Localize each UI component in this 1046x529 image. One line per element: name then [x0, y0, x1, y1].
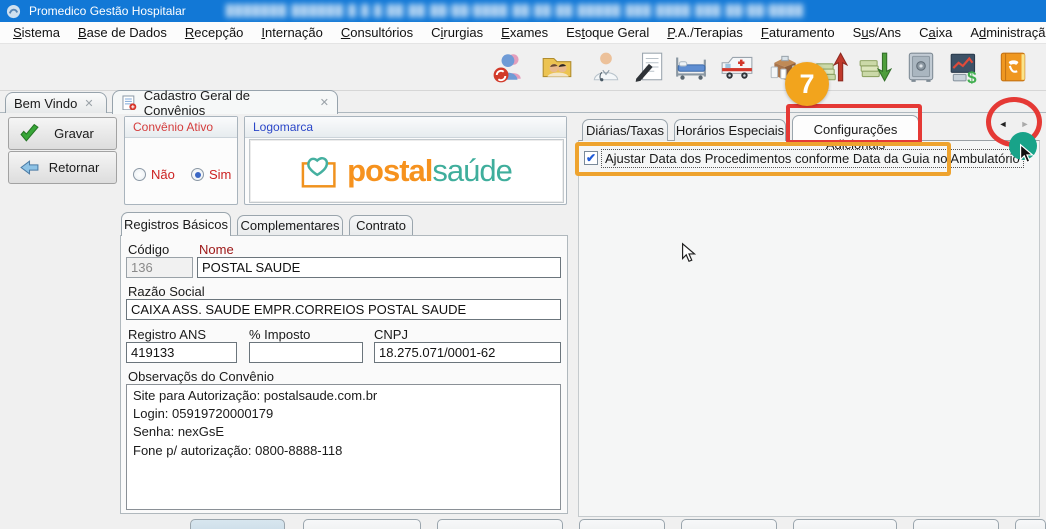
- logo-text-saude: saúde: [432, 153, 512, 188]
- step-badge-7: 7: [785, 62, 829, 106]
- codigo-label: Código: [128, 242, 170, 257]
- tab-contrato[interactable]: Contrato: [349, 215, 413, 236]
- razao-social-label: Razão Social: [128, 284, 205, 299]
- tab-cadastro-label: Cadastro Geral de Convênios: [143, 87, 251, 118]
- tab-contrato-label: Contrato: [356, 218, 406, 233]
- codigo-input: [126, 257, 193, 278]
- menu-bar: Sistema Base de Dados Recepção Internaçã…: [0, 22, 1046, 44]
- close-icon[interactable]: ✕: [320, 96, 329, 109]
- menu-item-consultorios[interactable]: Consultórios: [332, 23, 422, 42]
- orange-highlight-box: [575, 142, 951, 176]
- form-document-icon: [121, 94, 137, 111]
- nome-label: Nome: [199, 242, 234, 257]
- back-arrow-icon: [20, 160, 39, 175]
- tab-bem-vindo[interactable]: Bem Vindo ✕: [5, 92, 107, 113]
- green-check-icon: [20, 123, 39, 142]
- bottom-tab-sliver[interactable]: [303, 519, 421, 529]
- title-version-blurred: ███████ ██████ █.█.█.██ ██ ██/██/████ ██…: [225, 5, 805, 17]
- menu-item-cirurgias[interactable]: Cirurgias: [422, 23, 492, 42]
- tab-diarias-taxas-label: Diárias/Taxas: [585, 123, 665, 138]
- menu-item-sus-ans[interactable]: Sus/Ans: [844, 23, 910, 42]
- menu-item-administracao[interactable]: Administração: [961, 23, 1046, 42]
- patients-folder-icon[interactable]: [538, 48, 576, 86]
- registro-ans-label: Registro ANS: [128, 327, 207, 342]
- menu-item-recepcao[interactable]: Recepção: [176, 23, 253, 42]
- doctor-icon[interactable]: [587, 48, 625, 86]
- radio-nao[interactable]: Não: [133, 167, 175, 182]
- registro-ans-input[interactable]: [126, 342, 237, 363]
- menu-item-caixa[interactable]: Caixa: [910, 23, 961, 42]
- nome-input[interactable]: [197, 257, 561, 278]
- gravar-label: Gravar: [54, 126, 94, 141]
- menu-item-faturamento[interactable]: Faturamento: [752, 23, 844, 42]
- menu-item-pa-terapias[interactable]: P.A./Terapias: [658, 23, 752, 42]
- menu-item-sistema[interactable]: Sistema: [4, 23, 69, 42]
- annotation-cursor: [1016, 143, 1038, 168]
- razao-social-input[interactable]: [126, 299, 561, 320]
- red-highlight-box: [786, 104, 922, 144]
- radio-sim-label: Sim: [209, 167, 232, 182]
- bottom-tab-sliver[interactable]: [190, 519, 285, 529]
- menu-item-internacao[interactable]: Internação: [252, 23, 331, 42]
- tab-complementares[interactable]: Complementares: [237, 215, 343, 236]
- bottom-tab-sliver[interactable]: [913, 519, 999, 529]
- convenio-ativo-groupbox: Convênio Ativo Não Sim: [124, 116, 238, 205]
- imposto-label: % Imposto: [249, 327, 311, 342]
- logomarca-title: Logomarca: [245, 117, 566, 138]
- cnpj-input[interactable]: [374, 342, 561, 363]
- payment-down-icon[interactable]: [856, 48, 894, 86]
- tab-registros-basicos-label: Registros Básicos: [123, 217, 229, 232]
- app-icon: [6, 4, 21, 19]
- mouse-cursor: [678, 242, 700, 267]
- radio-circle-sim[interactable]: [191, 168, 204, 181]
- logo-text-postal: postal: [347, 153, 433, 188]
- logo-image: postal saúde: [249, 139, 564, 203]
- observacoes-textarea[interactable]: Site para Autorização: postalsaude.com.b…: [126, 384, 561, 510]
- retornar-button[interactable]: Retornar: [8, 151, 117, 184]
- radio-nao-label: Não: [151, 167, 175, 182]
- bottom-tab-sliver[interactable]: [579, 519, 665, 529]
- radio-sim[interactable]: Sim: [191, 167, 231, 182]
- tab-registros-basicos[interactable]: Registros Básicos: [121, 212, 231, 236]
- user-sync-icon[interactable]: [490, 48, 528, 86]
- imposto-input[interactable]: [249, 342, 363, 363]
- observacoes-label: Observaçõs do Convênio: [128, 369, 274, 384]
- bottom-tab-sliver[interactable]: [681, 519, 777, 529]
- bottom-tab-sliver[interactable]: [793, 519, 897, 529]
- menu-item-exames[interactable]: Exames: [492, 23, 557, 42]
- safe-icon[interactable]: [902, 48, 940, 86]
- ambulance-icon[interactable]: [718, 48, 756, 86]
- menu-item-estoque-geral[interactable]: Estoque Geral: [557, 23, 658, 42]
- gravar-button[interactable]: Gravar: [8, 117, 117, 150]
- tab-complementares-label: Complementares: [240, 218, 340, 233]
- hospital-bed-icon[interactable]: [672, 48, 710, 86]
- cnpj-label: CNPJ: [374, 327, 408, 342]
- tab-horarios-especiais[interactable]: Horários Especiais: [674, 119, 786, 141]
- envelope-heart-icon: [301, 151, 343, 191]
- finance-chart-icon[interactable]: $: [946, 48, 984, 86]
- retornar-label: Retornar: [48, 160, 100, 175]
- bottom-tab-sliver[interactable]: [437, 519, 563, 529]
- radio-circle-nao[interactable]: [133, 168, 146, 181]
- tab-horarios-especiais-label: Horários Especiais: [675, 123, 785, 138]
- tab-bem-vindo-label: Bem Vindo: [14, 95, 78, 111]
- menu-item-base-de-dados[interactable]: Base de Dados: [69, 23, 176, 42]
- title-bar: Promedico Gestão Hospitalar ███████ ████…: [0, 0, 1046, 22]
- bottom-tab-sliver[interactable]: [1015, 519, 1046, 529]
- tab-cadastro-geral-convenios[interactable]: Cadastro Geral de Convênios ✕: [112, 88, 338, 118]
- phone-book-icon[interactable]: [994, 48, 1032, 86]
- close-icon[interactable]: ✕: [84, 97, 93, 110]
- app-window: Promedico Gestão Hospitalar ███████ ████…: [0, 0, 1046, 529]
- convenio-ativo-title: Convênio Ativo: [125, 117, 237, 138]
- tab-diarias-taxas[interactable]: Diárias/Taxas: [582, 119, 668, 141]
- svg-text:$: $: [967, 68, 977, 84]
- contract-icon[interactable]: [631, 48, 669, 86]
- window-title: Promedico Gestão Hospitalar: [29, 4, 186, 18]
- configuracoes-adicionais-panel: [578, 140, 1040, 517]
